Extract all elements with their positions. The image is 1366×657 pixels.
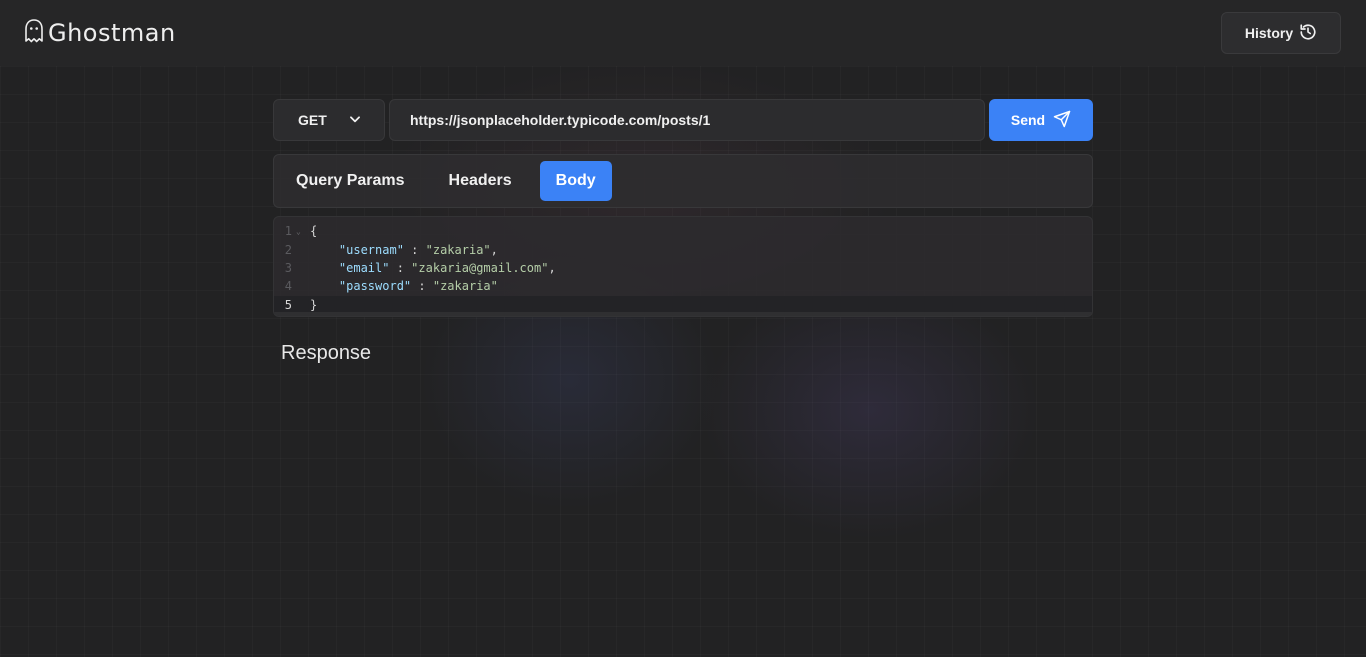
body-editor[interactable]: 1 ⌄ { 2 "usernam" : "zakaria", 3 "email" … — [273, 216, 1093, 317]
line-number: 1 ⌄ — [284, 224, 301, 239]
method-value: GET — [298, 112, 327, 128]
send-label: Send — [1010, 112, 1046, 128]
json-value: "zakaria@gmail.com" — [411, 260, 549, 275]
json-key: "email" — [338, 260, 390, 275]
tab-body[interactable]: Body — [539, 161, 612, 201]
url-input[interactable] — [389, 99, 985, 141]
json-key: "password" — [338, 279, 412, 294]
paper-plane-icon — [1053, 110, 1071, 131]
request-tabs: Query Params Headers Body — [273, 154, 1093, 208]
json-value: "zakaria" — [432, 279, 498, 294]
json-separator: : — [389, 260, 412, 275]
app-name: Ghostman — [48, 19, 176, 47]
top-bar: Ghostman History — [0, 0, 1366, 66]
history-button[interactable]: History — [1221, 12, 1341, 54]
code-text: "password" : "zakaria" — [304, 279, 498, 293]
json-separator: : — [411, 279, 433, 294]
line-number: 3 — [284, 260, 292, 275]
fold-chevron-icon[interactable]: ⌄ — [296, 227, 301, 236]
json-separator: : — [403, 242, 426, 257]
tab-query-params[interactable]: Query Params — [280, 161, 421, 201]
json-key: "usernam" — [338, 242, 404, 257]
chevron-down-icon — [348, 112, 362, 129]
response-heading: Response — [281, 342, 372, 364]
code-text: } — [310, 297, 318, 312]
line-number: 4 — [284, 279, 292, 294]
editor-scrollbar[interactable] — [274, 312, 1092, 316]
code-text: "usernam" : "zakaria", — [304, 243, 498, 257]
history-label: History — [1244, 25, 1294, 41]
code-text: { — [310, 224, 318, 239]
editor-line[interactable]: 2 "usernam" : "zakaria", — [274, 240, 1092, 258]
history-clock-icon — [1299, 23, 1317, 44]
json-comma: , — [490, 242, 498, 257]
editor-line[interactable]: 3 "email" : "zakaria@gmail.com", — [274, 259, 1092, 277]
method-select[interactable]: GET — [273, 99, 385, 141]
editor-line[interactable]: 1 ⌄ { — [274, 222, 1092, 240]
json-comma: , — [548, 260, 556, 275]
line-number: 2 — [284, 242, 292, 257]
background-glow — [700, 280, 1040, 540]
line-number: 5 — [284, 297, 292, 312]
send-button[interactable]: Send — [989, 99, 1093, 141]
tab-headers[interactable]: Headers — [433, 161, 528, 201]
json-value: "zakaria" — [425, 242, 491, 257]
ghost-icon — [24, 18, 44, 49]
code-text: "email" : "zakaria@gmail.com", — [304, 261, 556, 275]
editor-line[interactable]: 4 "password" : "zakaria" — [274, 277, 1092, 295]
brand[interactable]: Ghostman — [24, 18, 176, 49]
